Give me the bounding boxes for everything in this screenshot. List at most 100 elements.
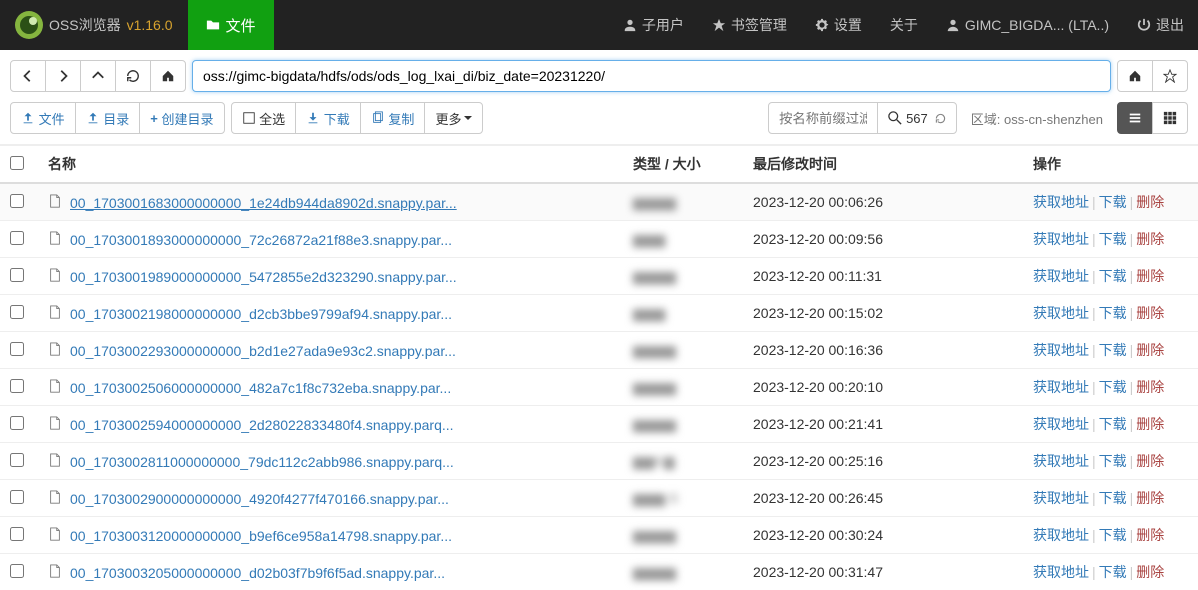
nav-about[interactable]: 关于 [876,0,932,50]
file-name-link[interactable]: 00_1703002506000000000_482a7c1f8c732eba.… [70,380,451,396]
upload-dir-button[interactable]: 目录 [75,102,141,134]
op-get-address[interactable]: 获取地址 [1033,305,1089,321]
file-name-link[interactable]: 00_1703002900000000000_4920f4277f470166.… [70,491,449,507]
header-type-size[interactable]: 类型 / 大小 [623,146,743,184]
nav-logout[interactable]: 退出 [1123,0,1198,50]
header-name[interactable]: 名称 [38,146,623,184]
op-download[interactable]: 下载 [1099,379,1127,395]
row-checkbox[interactable] [10,194,24,208]
op-download[interactable]: 下载 [1099,231,1127,247]
table-row[interactable]: 00_1703001893000000000_72c26872a21f88e3.… [0,221,1198,258]
op-get-address[interactable]: 获取地址 [1033,268,1089,284]
op-delete[interactable]: 删除 [1136,490,1164,506]
table-row[interactable]: 00_1703002900000000000_4920f4277f470166.… [0,480,1198,517]
external-home-button[interactable] [1117,60,1153,92]
row-checkbox[interactable] [10,231,24,245]
filter-input[interactable] [768,102,878,134]
op-download[interactable]: 下载 [1099,527,1127,543]
nav-forward-button[interactable] [45,60,81,92]
op-get-address[interactable]: 获取地址 [1033,194,1089,210]
op-download[interactable]: 下载 [1099,342,1127,358]
refresh-button[interactable] [115,60,151,92]
nav-back-button[interactable] [10,60,46,92]
row-checkbox[interactable] [10,379,24,393]
nav-subuser[interactable]: 子用户 [609,0,698,50]
row-checkbox[interactable] [10,453,24,467]
op-get-address[interactable]: 获取地址 [1033,527,1089,543]
op-delete[interactable]: 删除 [1136,194,1164,210]
op-download[interactable]: 下载 [1099,305,1127,321]
table-row[interactable]: 00_1703002198000000000_d2cb3bbe9799af94.… [0,295,1198,332]
file-name-link[interactable]: 00_1703003120000000000_b9ef6ce958a14798.… [70,528,452,544]
table-row[interactable]: 00_1703001683000000000_1e24db944da8902d.… [0,183,1198,221]
op-delete[interactable]: 删除 [1136,268,1164,284]
op-download[interactable]: 下载 [1099,268,1127,284]
op-get-address[interactable]: 获取地址 [1033,453,1089,469]
op-get-address[interactable]: 获取地址 [1033,416,1089,432]
nav-settings[interactable]: 设置 [801,0,876,50]
table-row[interactable]: 00_1703002506000000000_482a7c1f8c732eba.… [0,369,1198,406]
upload-file-button[interactable]: 文件 [10,102,76,134]
op-download[interactable]: 下载 [1099,564,1127,580]
op-delete[interactable]: 删除 [1136,453,1164,469]
file-name-link[interactable]: 00_1703001989000000000_5472855e2d323290.… [70,269,457,285]
tab-files[interactable]: 文件 [188,0,274,50]
file-name-link[interactable]: 00_1703001893000000000_72c26872a21f88e3.… [70,232,452,248]
file-size: ▆▆▆ [633,305,665,321]
op-delete[interactable]: 删除 [1136,416,1164,432]
file-name-link[interactable]: 00_1703002811000000000_79dc112c2abb986.s… [70,454,454,470]
op-delete[interactable]: 删除 [1136,527,1164,543]
file-modified: 2023-12-20 00:20:10 [743,369,1023,406]
op-get-address[interactable]: 获取地址 [1033,490,1089,506]
op-download[interactable]: 下载 [1099,453,1127,469]
op-get-address[interactable]: 获取地址 [1033,564,1089,580]
file-name-link[interactable]: 00_1703002198000000000_d2cb3bbe9799af94.… [70,306,452,322]
home-button[interactable] [150,60,186,92]
more-button[interactable]: 更多 [424,102,483,134]
select-all-checkbox[interactable] [10,156,24,170]
file-name-link[interactable]: 00_1703002594000000000_2d28022833480f4.s… [70,417,454,433]
header-ops: 操作 [1023,146,1198,184]
nav-up-button[interactable] [80,60,116,92]
header-modified[interactable]: 最后修改时间 [743,146,1023,184]
copy-button[interactable]: 复制 [360,102,426,134]
op-get-address[interactable]: 获取地址 [1033,342,1089,358]
file-name-link[interactable]: 00_1703001683000000000_1e24db944da8902d.… [70,195,457,211]
op-delete[interactable]: 删除 [1136,342,1164,358]
op-download[interactable]: 下载 [1099,490,1127,506]
op-delete[interactable]: 删除 [1136,231,1164,247]
table-row[interactable]: 00_1703003205000000000_d02b03f7b9f6f5ad.… [0,554,1198,590]
op-download[interactable]: 下载 [1099,416,1127,432]
op-download[interactable]: 下载 [1099,194,1127,210]
row-checkbox[interactable] [10,342,24,356]
row-checkbox[interactable] [10,490,24,504]
op-get-address[interactable]: 获取地址 [1033,379,1089,395]
op-delete[interactable]: 删除 [1136,564,1164,580]
op-delete[interactable]: 删除 [1136,379,1164,395]
folder-icon [206,18,220,32]
nav-user[interactable]: GIMC_BIGDA... (LTA..) [932,0,1123,50]
download-button[interactable]: 下载 [295,102,361,134]
table-row[interactable]: 00_1703002811000000000_79dc112c2abb986.s… [0,443,1198,480]
row-checkbox[interactable] [10,268,24,282]
view-grid-button[interactable] [1152,102,1188,134]
table-row[interactable]: 00_1703001989000000000_5472855e2d323290.… [0,258,1198,295]
bookmark-add-button[interactable] [1152,60,1188,92]
row-checkbox[interactable] [10,416,24,430]
op-get-address[interactable]: 获取地址 [1033,231,1089,247]
select-all-button[interactable]: 全选 [231,102,297,134]
nav-bookmark[interactable]: 书签管理 [698,0,801,50]
row-checkbox[interactable] [10,305,24,319]
file-name-link[interactable]: 00_1703003205000000000_d02b03f7b9f6f5ad.… [70,565,445,581]
table-row[interactable]: 00_1703003120000000000_b9ef6ce958a14798.… [0,517,1198,554]
table-row[interactable]: 00_1703002293000000000_b2d1e27ada9e93c2.… [0,332,1198,369]
op-delete[interactable]: 删除 [1136,305,1164,321]
row-checkbox[interactable] [10,527,24,541]
view-list-button[interactable] [1117,102,1153,134]
address-input[interactable] [192,60,1111,92]
search-count-button[interactable]: 567 [877,102,957,134]
table-row[interactable]: 00_1703002594000000000_2d28022833480f4.s… [0,406,1198,443]
row-checkbox[interactable] [10,564,24,578]
file-name-link[interactable]: 00_1703002293000000000_b2d1e27ada9e93c2.… [70,343,456,359]
mkdir-button[interactable]: + 创建目录 [139,102,224,134]
